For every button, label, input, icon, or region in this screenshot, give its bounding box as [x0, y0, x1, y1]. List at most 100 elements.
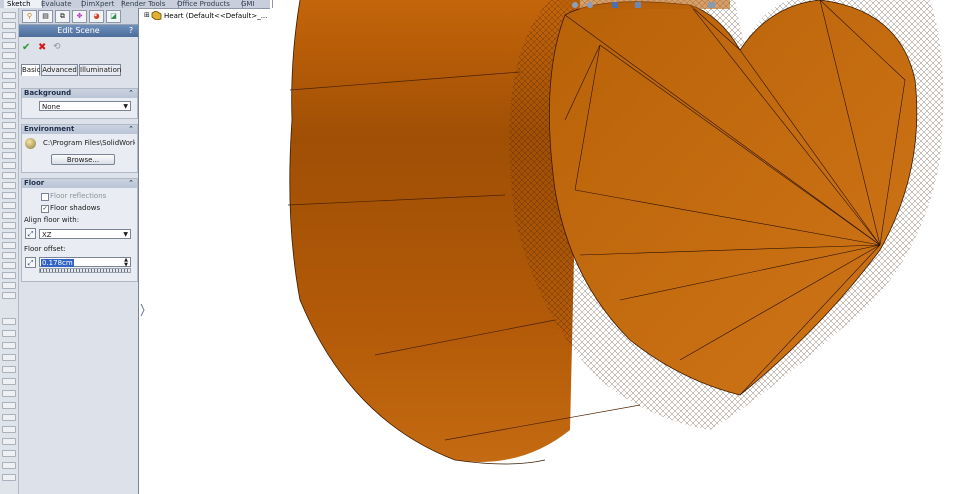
floor-header[interactable]: Floor ⌃ [22, 179, 137, 188]
pin-icon[interactable]: ⟲ [53, 42, 61, 52]
view-orientation-icon[interactable] [612, 2, 618, 8]
floor-offset-label: Floor offset: [24, 245, 66, 253]
configuration-manager-icon[interactable]: ⧉ [55, 10, 70, 23]
tool-icon[interactable] [2, 262, 16, 269]
floor-offset-value: 0.178cm [41, 259, 74, 267]
floor-offset-thumbwheel[interactable] [39, 268, 131, 273]
collapse-chevron-icon[interactable]: ⌃ [128, 89, 134, 98]
floor-shadows-checkbox[interactable]: ✓ [41, 205, 49, 213]
manager-tabs: ⚲ ▤ ⧉ ✥ ◕ ◪ [19, 8, 138, 25]
floor-header-label: Floor [24, 179, 45, 187]
tool-icon[interactable] [2, 22, 16, 29]
tool-icon[interactable] [2, 172, 16, 179]
dropdown-arrow-icon: ▼ [123, 103, 128, 110]
tool-icon[interactable] [2, 102, 16, 109]
subtab-basic[interactable]: Basic [21, 64, 41, 76]
tool-icon[interactable] [2, 450, 16, 457]
edit-scene-property-manager: ⚲ ▤ ⧉ ✥ ◕ ◪ Edit Scene ? ✔ ✖ ⟲ Basic Adv… [19, 8, 139, 494]
collapse-chevron-icon[interactable]: ⌃ [128, 125, 134, 134]
dropdown-arrow-icon: ▼ [123, 231, 128, 238]
environment-sphere-icon [25, 138, 36, 149]
tool-icon[interactable] [2, 366, 16, 373]
floor-offset-input[interactable]: 0.178cm ▲ ▼ [39, 257, 131, 268]
tool-icon[interactable] [2, 402, 16, 409]
tool-icon[interactable] [2, 12, 16, 19]
environment-header-label: Environment [24, 125, 75, 133]
tool-icon[interactable] [2, 272, 16, 279]
dimxpert-manager-icon[interactable]: ✥ [72, 10, 87, 23]
tool-icon[interactable] [2, 318, 16, 325]
background-header[interactable]: Background ⌃ [22, 89, 137, 98]
browse-button[interactable]: Browse... [51, 154, 115, 165]
tool-icon[interactable] [2, 92, 16, 99]
tool-icon[interactable] [2, 474, 16, 481]
tool-icon[interactable] [2, 72, 16, 79]
tool-icon[interactable] [2, 330, 16, 337]
tool-icon[interactable] [2, 252, 16, 259]
tab-dimxpert[interactable]: DimXpert [78, 0, 123, 8]
subtab-advanced[interactable]: Advanced [41, 64, 78, 76]
background-header-label: Background [24, 89, 72, 97]
panel-title: Edit Scene ? [19, 25, 138, 37]
tool-icon[interactable] [2, 222, 16, 229]
tool-icon[interactable] [2, 414, 16, 421]
help-button[interactable]: ? [126, 26, 136, 36]
tool-icon[interactable] [2, 342, 16, 349]
tool-icon[interactable] [2, 378, 16, 385]
tool-icon[interactable] [2, 438, 16, 445]
collapse-chevron-icon[interactable]: ⌃ [128, 179, 134, 188]
tool-icon[interactable] [2, 426, 16, 433]
tool-icon[interactable] [2, 292, 16, 299]
ok-check-icon[interactable]: ✔ [22, 42, 30, 53]
flip-floor-direction-icon[interactable]: ⤢ [25, 257, 36, 268]
tool-icon[interactable] [2, 152, 16, 159]
tool-icon[interactable] [2, 162, 16, 169]
background-group: Background ⌃ None ▼ [21, 88, 138, 119]
property-manager-icon[interactable]: ▤ [38, 10, 53, 23]
environment-header[interactable]: Environment ⌃ [22, 125, 137, 134]
feature-manager-icon[interactable]: ⚲ [22, 10, 37, 23]
tool-icon[interactable] [2, 112, 16, 119]
environment-group: Environment ⌃ C:\Program Files\SolidWork… [21, 124, 138, 173]
rotate-icon[interactable] [587, 2, 593, 8]
tool-icon[interactable] [2, 82, 16, 89]
display-manager-icon[interactable]: ◕ [89, 10, 104, 23]
subtab-illumination[interactable]: Illumination [79, 64, 121, 76]
cancel-x-icon[interactable]: ✖ [38, 42, 46, 53]
background-select-value: None [42, 103, 61, 111]
axis-selector-icon[interactable]: ⤢ [25, 228, 36, 239]
appearances-icon[interactable]: ◪ [106, 10, 121, 23]
tool-icon[interactable] [2, 462, 16, 469]
tool-icon[interactable] [2, 122, 16, 129]
tab-evaluate[interactable]: Evaluate [38, 0, 83, 8]
tool-icon[interactable] [2, 354, 16, 361]
tool-icon[interactable] [2, 202, 16, 209]
tool-icon[interactable] [2, 62, 16, 69]
environment-path: C:\Program Files\SolidWorks [43, 139, 135, 147]
heart-front-face [509, 0, 944, 430]
tool-icon[interactable] [2, 242, 16, 249]
tool-icon[interactable] [2, 32, 16, 39]
align-floor-label: Align floor with: [24, 216, 80, 224]
zoom-icon[interactable] [572, 2, 578, 8]
tool-icon[interactable] [2, 192, 16, 199]
view-settings-icon[interactable] [708, 2, 715, 8]
display-style-icon[interactable] [635, 2, 641, 8]
tool-icon[interactable] [2, 52, 16, 59]
tool-icon[interactable] [2, 232, 16, 239]
floor-group: Floor ⌃ Floor reflections ✓ Floor shadow… [21, 178, 138, 282]
floor-reflections-label: Floor reflections [50, 192, 107, 200]
tool-icon[interactable] [2, 132, 16, 139]
tool-icon[interactable] [2, 182, 16, 189]
tool-icon[interactable] [2, 42, 16, 49]
graphics-viewport[interactable] [145, 0, 960, 494]
tool-icon[interactable] [2, 212, 16, 219]
tool-icon[interactable] [2, 390, 16, 397]
tool-icon[interactable] [2, 142, 16, 149]
background-select[interactable]: None ▼ [39, 101, 131, 111]
view-heads-up-toolbar [560, 0, 730, 9]
floor-shadows-label: Floor shadows [50, 204, 101, 212]
align-floor-select[interactable]: XZ ▼ [39, 229, 131, 239]
floor-reflections-checkbox[interactable] [41, 193, 49, 201]
tool-icon[interactable] [2, 282, 16, 289]
